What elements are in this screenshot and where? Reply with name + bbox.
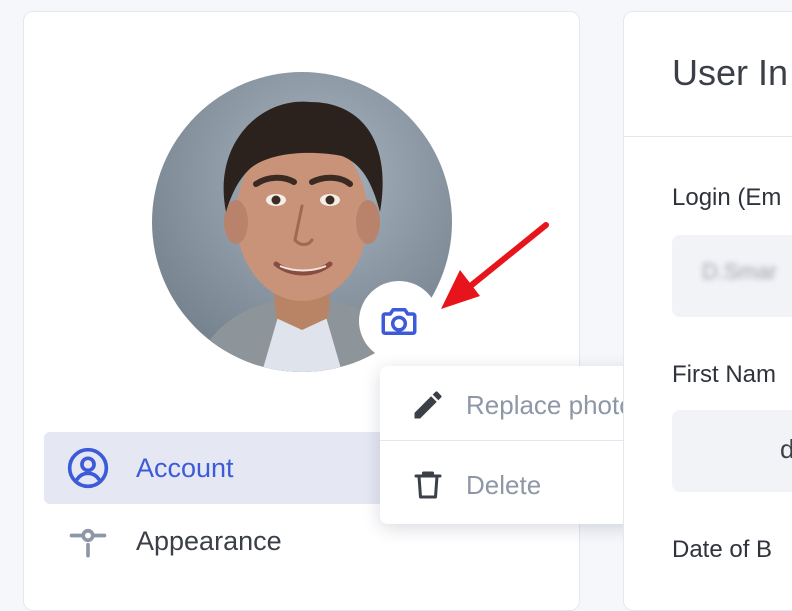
login-value: D.Smar — [702, 259, 777, 284]
dob-label: Date of B — [672, 536, 773, 563]
slider-icon — [69, 528, 107, 558]
first-name-field[interactable]: d — [672, 410, 792, 492]
login-label: Login (Em — [672, 184, 782, 211]
menu-item-label: Replace photo — [466, 389, 634, 420]
trash-icon — [414, 471, 442, 499]
login-field[interactable]: D.Smar — [672, 235, 792, 317]
nav-item-label: Account — [136, 452, 234, 483]
menu-item-label: Delete — [466, 469, 542, 500]
page-title: User In — [672, 52, 789, 93]
change-photo-button[interactable] — [359, 281, 439, 361]
first-name-label: First Nam — [672, 361, 776, 388]
pencil-icon — [414, 391, 442, 419]
user-circle-icon — [67, 447, 109, 489]
first-name-value: d — [780, 434, 792, 464]
camera-icon — [381, 308, 417, 335]
divider — [624, 136, 792, 137]
user-info-card: User In Login (Em D.Smar First Nam d Dat… — [623, 11, 792, 611]
nav-item-label: Appearance — [136, 525, 282, 556]
